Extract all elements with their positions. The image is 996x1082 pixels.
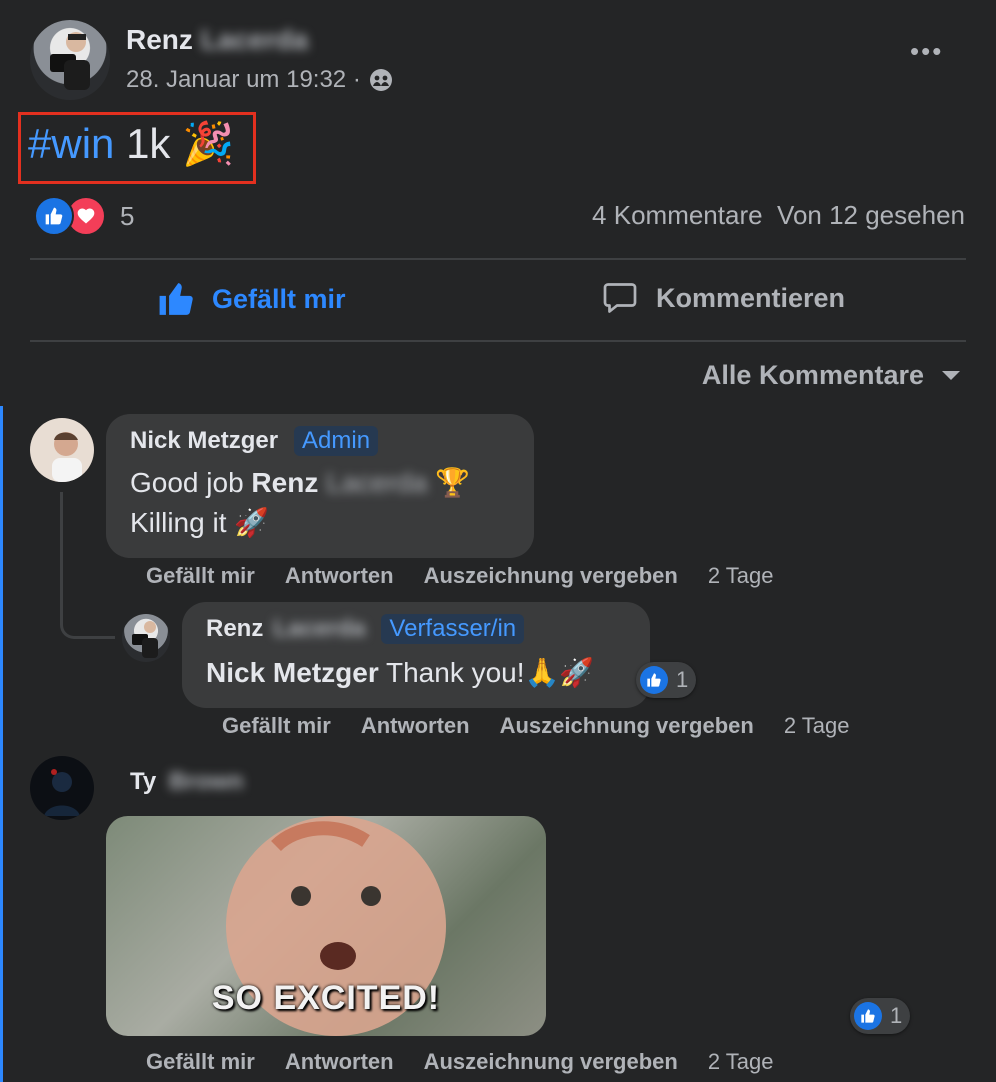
reply-reaction-pill[interactable]: 1: [636, 662, 697, 698]
comment-button-label: Kommentieren: [656, 282, 846, 313]
reply-award-link[interactable]: Auszeichnung vergeben: [500, 713, 754, 738]
reaction-summary[interactable]: 5: [34, 196, 134, 236]
like-reaction-icon: [854, 1002, 882, 1030]
reply-author[interactable]: Renz: [206, 615, 263, 643]
comment-reply-link[interactable]: Antworten: [285, 563, 394, 588]
comment-actions: Gefällt mir Antworten Auszeichnung vergebe…: [146, 1049, 804, 1075]
commenter-avatar[interactable]: [30, 756, 94, 820]
trophy-emoji: 🏆: [435, 467, 470, 498]
mention-link[interactable]: Nick Metzger: [206, 657, 379, 688]
like-reaction-icon: [34, 196, 74, 236]
commenter-avatar[interactable]: [30, 418, 94, 482]
comment-award-link[interactable]: Auszeichnung vergeben: [424, 1049, 678, 1074]
reply-thread-line: [60, 492, 115, 639]
comment-age[interactable]: 2 Tage: [708, 1049, 774, 1074]
more-options-button[interactable]: •••: [910, 36, 943, 67]
admin-badge: Admin: [294, 426, 379, 456]
hashtag-link[interactable]: #win: [28, 120, 114, 167]
comment-filter-label: Alle Kommentare: [701, 360, 924, 390]
comment-age[interactable]: 2 Tage: [708, 563, 774, 588]
comment-header: Ty Brown: [130, 768, 244, 796]
post-text-content: 1k: [126, 120, 171, 167]
post-timestamp[interactable]: 28. Januar um 19:32 ·: [126, 66, 361, 94]
comment-author-blurred: Brown: [168, 768, 244, 795]
reply-reaction-count: 1: [676, 667, 689, 692]
divider: [30, 340, 966, 342]
comments-count-link[interactable]: 4 Kommentare: [592, 200, 763, 230]
reply-header: Renz Lacerda Verfasser/in: [206, 614, 525, 644]
selection-indicator: [0, 406, 3, 1082]
comment-text: Killing it: [130, 507, 227, 538]
pray-rocket-emoji: 🙏🚀: [524, 657, 595, 688]
reply-text-content: Thank you!: [386, 657, 525, 688]
post-author-last-blurred: Lacerda: [200, 24, 309, 55]
reply-like-link[interactable]: Gefällt mir: [222, 713, 331, 738]
caret-down-icon: [942, 371, 960, 380]
views-count[interactable]: Von 12 gesehen: [777, 200, 965, 230]
party-emoji: 🎉: [182, 120, 235, 167]
post-author-name[interactable]: Renz Lacerda: [126, 24, 308, 56]
reply-reply-link[interactable]: Antworten: [361, 713, 470, 738]
reaction-count[interactable]: 5: [120, 201, 134, 232]
comment-author[interactable]: Nick Metzger: [130, 427, 278, 455]
mention-link[interactable]: Renz: [251, 467, 318, 498]
comment-like-link[interactable]: Gefällt mir: [146, 563, 255, 588]
reply-text: Nick Metzger Thank you!🙏🚀: [206, 656, 594, 689]
rocket-emoji: 🚀: [234, 507, 270, 538]
comment-reply-link[interactable]: Antworten: [285, 1049, 394, 1074]
comment-like-link[interactable]: Gefällt mir: [146, 1049, 255, 1074]
reply-age[interactable]: 2 Tage: [784, 713, 850, 738]
post-author-first[interactable]: Renz: [126, 24, 193, 55]
divider: [30, 258, 966, 260]
comment-reaction-pill[interactable]: 1: [850, 998, 911, 1034]
comment-award-link[interactable]: Auszeichnung vergeben: [424, 563, 678, 588]
comment-reaction-count: 1: [890, 1003, 903, 1028]
reply-actions: Gefällt mir Antworten Auszeichnung vergebe…: [222, 713, 880, 739]
comment-filter-dropdown[interactable]: Alle Kommentare: [702, 360, 960, 391]
post-text: #win 1k 🎉: [28, 120, 234, 169]
comment-text-line2: Killing it 🚀: [130, 506, 269, 539]
audience-icon[interactable]: [369, 68, 393, 92]
comment-text-line1: Good job Renz Lacerda 🏆: [130, 466, 470, 499]
comment-icon: [602, 280, 638, 316]
comment-text: Good job: [130, 467, 244, 498]
like-button-label: Gefällt mir: [212, 283, 346, 314]
post-stats: 4 Kommentare Von 12 gesehen: [592, 200, 965, 231]
reply-author-avatar[interactable]: [122, 614, 170, 662]
comment-header: Nick Metzger Admin: [130, 426, 379, 456]
post-meta: 28. Januar um 19:32 ·: [126, 66, 393, 94]
comment-button[interactable]: Kommentieren: [602, 280, 845, 316]
reply-author-blurred: Lacerda: [273, 615, 366, 642]
author-badge: Verfasser/in: [381, 614, 525, 644]
thumbs-up-icon: [158, 280, 196, 318]
post-author-avatar[interactable]: [30, 20, 110, 100]
mention-blurred: Lacerda: [326, 467, 428, 498]
comment-author[interactable]: Ty: [130, 768, 156, 795]
gif-attachment[interactable]: SO EXCITED!: [106, 816, 546, 1036]
like-reaction-icon: [640, 666, 668, 694]
comment-actions: Gefällt mir Antworten Auszeichnung vergebe…: [146, 563, 804, 589]
gif-caption: SO EXCITED!: [211, 979, 441, 1017]
like-button[interactable]: Gefällt mir: [158, 280, 346, 318]
